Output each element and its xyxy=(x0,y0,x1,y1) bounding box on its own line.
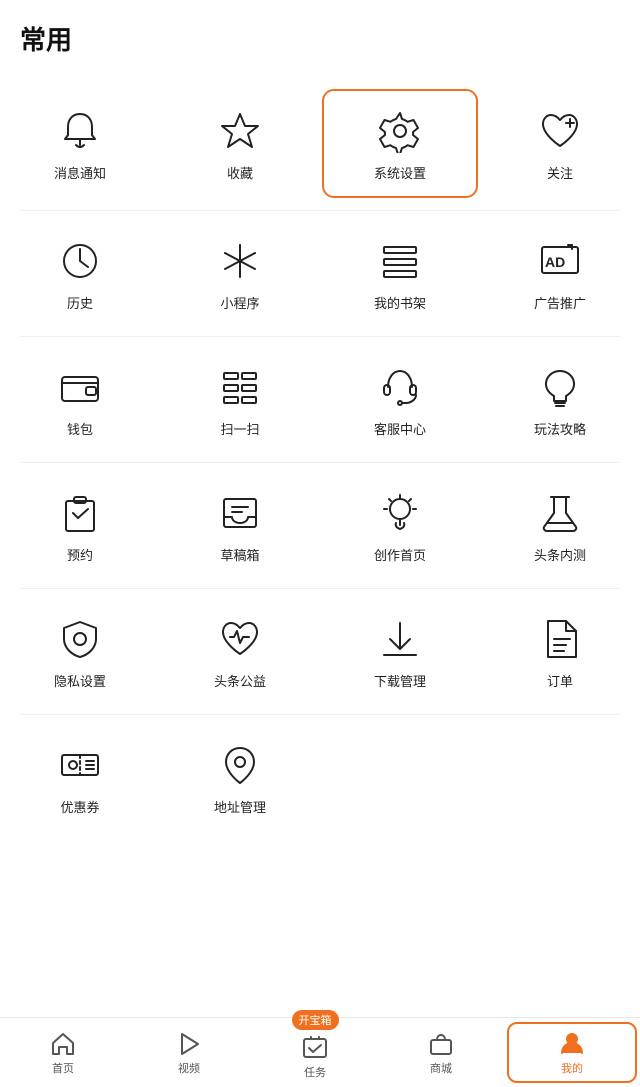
bell-icon xyxy=(54,105,106,157)
heart-pulse-icon xyxy=(214,613,266,665)
nav-video-label: 视频 xyxy=(178,1060,200,1076)
follow-label: 关注 xyxy=(547,163,573,182)
task-icon xyxy=(301,1034,329,1062)
user-icon xyxy=(558,1030,586,1058)
privacy-item[interactable]: 隐私设置 xyxy=(0,599,160,704)
empty-2 xyxy=(480,725,640,830)
address-item[interactable]: 地址管理 xyxy=(160,725,320,830)
service-label: 客服中心 xyxy=(374,419,426,438)
bottom-nav: 首页 视频 开宝箱 任务 商城 xyxy=(0,1017,640,1087)
grid-row-last: 优惠券 地址管理 xyxy=(0,715,640,840)
heart-plus-icon xyxy=(534,105,586,157)
headset-icon xyxy=(374,361,426,413)
flask-icon xyxy=(534,487,586,539)
home-icon xyxy=(49,1030,77,1058)
nav-shop[interactable]: 商城 xyxy=(378,1018,504,1087)
bag-icon xyxy=(427,1030,455,1058)
wallet-icon xyxy=(54,361,106,413)
download-item[interactable]: 下载管理 xyxy=(320,599,480,704)
shield-icon xyxy=(54,613,106,665)
drafts-label: 草稿箱 xyxy=(220,545,259,564)
clock-icon xyxy=(54,235,106,287)
nav-mine-label: 我的 xyxy=(561,1060,583,1076)
asterisk-icon xyxy=(214,235,266,287)
grid-container: 消息通知 收藏 系统设置 xyxy=(0,67,640,1017)
settings-label: 系统设置 xyxy=(374,163,426,182)
bookshelf-label: 我的书架 xyxy=(374,293,426,312)
lightbulb-icon xyxy=(374,487,426,539)
charity-label: 头条公益 xyxy=(214,671,266,690)
notification-label: 消息通知 xyxy=(54,163,106,182)
nav-shop-label: 商城 xyxy=(430,1060,452,1076)
scan-label: 扫一扫 xyxy=(220,419,259,438)
service-item[interactable]: 客服中心 xyxy=(320,347,480,452)
ads-item[interactable]: AD 广告推广 xyxy=(480,221,640,326)
ad-icon: AD xyxy=(534,235,586,287)
history-label: 历史 xyxy=(67,293,93,312)
bookshelf-icon xyxy=(374,235,426,287)
privacy-label: 隐私设置 xyxy=(54,671,106,690)
gameplay-item[interactable]: 玩法攻略 xyxy=(480,347,640,452)
creation-item[interactable]: 创作首页 xyxy=(320,473,480,578)
scan-item[interactable]: 扫一扫 xyxy=(160,347,320,452)
grid-row-3: 钱包 扫一扫 xyxy=(0,337,640,462)
grid-row-1: 消息通知 收藏 系统设置 xyxy=(0,77,640,210)
download-icon xyxy=(374,613,426,665)
bulb-icon xyxy=(534,361,586,413)
download-label: 下载管理 xyxy=(374,671,426,690)
svg-text:AD: AD xyxy=(545,254,565,270)
page-title: 常用 xyxy=(0,0,640,67)
coupon-label: 优惠券 xyxy=(60,797,99,816)
star-icon xyxy=(214,105,266,157)
nav-home[interactable]: 首页 xyxy=(0,1018,126,1087)
nav-mine[interactable]: 我的 xyxy=(507,1022,637,1083)
follow-item[interactable]: 关注 xyxy=(480,87,640,200)
grid-row-2: 历史 小程序 我的书架 xyxy=(0,211,640,336)
settings-item[interactable]: 系统设置 xyxy=(322,89,478,198)
location-icon xyxy=(214,739,266,791)
gameplay-label: 玩法攻略 xyxy=(534,419,586,438)
notification-item[interactable]: 消息通知 xyxy=(0,87,160,200)
coupon-item[interactable]: 优惠券 xyxy=(0,725,160,830)
reservation-label: 预约 xyxy=(67,545,93,564)
wallet-item[interactable]: 钱包 xyxy=(0,347,160,452)
grid-row-5: 隐私设置 头条公益 下载管理 xyxy=(0,589,640,714)
nav-video[interactable]: 视频 xyxy=(126,1018,252,1087)
favorites-label: 收藏 xyxy=(227,163,253,182)
nav-home-label: 首页 xyxy=(52,1060,74,1076)
ads-label: 广告推广 xyxy=(534,293,586,312)
history-item[interactable]: 历史 xyxy=(0,221,160,326)
address-label: 地址管理 xyxy=(214,797,266,816)
orders-item[interactable]: 订单 xyxy=(480,599,640,704)
task-badge: 开宝箱 xyxy=(292,1010,339,1030)
nav-task[interactable]: 开宝箱 任务 xyxy=(252,1018,378,1087)
play-icon xyxy=(175,1030,203,1058)
orders-label: 订单 xyxy=(547,671,573,690)
empty-1 xyxy=(320,725,480,830)
nav-task-label: 任务 xyxy=(304,1064,326,1080)
reservation-item[interactable]: 预约 xyxy=(0,473,160,578)
doc-icon xyxy=(534,613,586,665)
clipboard-icon xyxy=(54,487,106,539)
grid-row-4: 预约 草稿箱 xyxy=(0,463,640,588)
creation-label: 创作首页 xyxy=(374,545,426,564)
lab-item[interactable]: 头条内测 xyxy=(480,473,640,578)
bookshelf-item[interactable]: 我的书架 xyxy=(320,221,480,326)
scan-icon xyxy=(214,361,266,413)
miniapp-item[interactable]: 小程序 xyxy=(160,221,320,326)
lab-label: 头条内测 xyxy=(534,545,586,564)
charity-item[interactable]: 头条公益 xyxy=(160,599,320,704)
favorites-item[interactable]: 收藏 xyxy=(160,87,320,200)
ticket-icon xyxy=(54,739,106,791)
wallet-label: 钱包 xyxy=(67,419,93,438)
inbox-icon xyxy=(214,487,266,539)
drafts-item[interactable]: 草稿箱 xyxy=(160,473,320,578)
gear-icon xyxy=(374,105,426,157)
miniapp-label: 小程序 xyxy=(220,293,259,312)
